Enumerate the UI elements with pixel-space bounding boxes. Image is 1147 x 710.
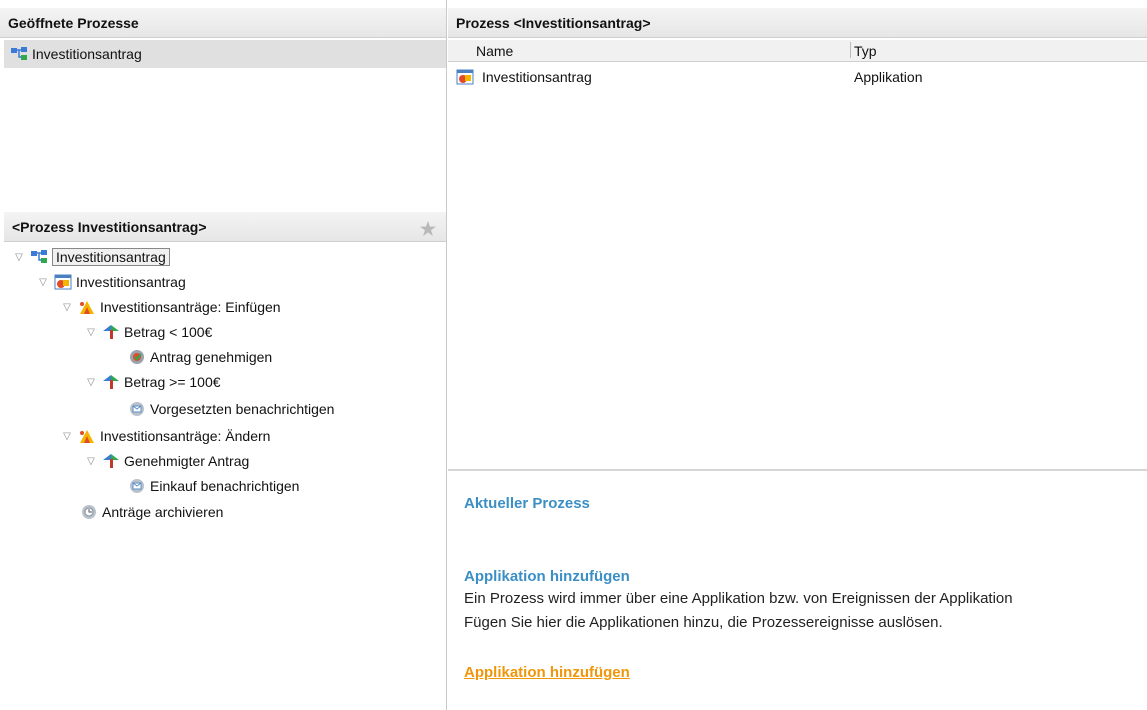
- info-line-1: Ein Prozess wird immer über eine Applika…: [464, 590, 1013, 607]
- tree-node-label: Betrag < 100€: [124, 324, 213, 340]
- current-process-title: Aktueller Prozess: [464, 495, 590, 512]
- archive-icon: [80, 504, 98, 520]
- info-line-2: Fügen Sie hier die Applikationen hinzu, …: [464, 614, 943, 631]
- tree-node-process[interactable]: ▽ Investitionsantrag: [14, 245, 170, 269]
- notify-icon: [128, 401, 146, 417]
- open-process-item[interactable]: Investitionsantrag: [4, 40, 446, 68]
- expand-triangle-icon[interactable]: ▽: [14, 252, 24, 263]
- column-divider[interactable]: [850, 42, 851, 58]
- tree-node-condition[interactable]: ▽ Genehmigter Antrag: [86, 449, 249, 473]
- tree-node-label: Antrag genehmigen: [150, 349, 273, 365]
- tree-node-label: Vorgesetzten benachrichtigen: [150, 401, 335, 417]
- add-application-link[interactable]: Applikation hinzufügen: [464, 664, 630, 681]
- event-icon: [78, 299, 96, 315]
- table-header: Name Typ: [448, 40, 1147, 62]
- tree-node-label: Genehmigter Antrag: [124, 453, 250, 469]
- tree-node-label: Einkauf benachrichtigen: [150, 478, 300, 494]
- condition-icon: [102, 324, 120, 340]
- event-icon: [78, 428, 96, 444]
- tree-node-label: Anträge archivieren: [102, 504, 224, 520]
- row-name-cell: Investitionsantrag: [482, 69, 592, 85]
- process-panel-title: Prozess <Investitionsantrag>: [456, 14, 651, 31]
- pane-divider[interactable]: [448, 469, 1147, 471]
- tree-node-condition[interactable]: ▽ Betrag >= 100€: [86, 370, 221, 394]
- column-header-name[interactable]: Name: [476, 43, 513, 59]
- process-icon: [10, 46, 28, 62]
- tree-node-condition[interactable]: ▽ Betrag < 100€: [86, 320, 212, 344]
- tree-node-label: Investitionsantrag: [52, 248, 170, 266]
- open-process-label: Investitionsantrag: [32, 46, 142, 62]
- expand-triangle-icon[interactable]: ▽: [86, 377, 96, 388]
- open-processes-title: Geöffnete Prozesse: [8, 14, 139, 31]
- expand-triangle-icon[interactable]: ▽: [38, 277, 48, 288]
- tree-node-label: Investitionsanträge: Einfügen: [100, 299, 281, 315]
- condition-icon: [102, 453, 120, 469]
- tree-panel-header: <Prozess Investitionsantrag> ★: [4, 212, 446, 242]
- tree-node-action[interactable]: Antrag genehmigen: [128, 345, 272, 369]
- tree-node-notify[interactable]: Einkauf benachrichtigen: [128, 474, 299, 498]
- open-processes-header: Geöffnete Prozesse: [0, 8, 446, 38]
- tree-panel-title: <Prozess Investitionsantrag>: [12, 218, 207, 235]
- expand-triangle-icon[interactable]: ▽: [86, 327, 96, 338]
- column-header-type[interactable]: Typ: [854, 43, 877, 59]
- tree-node-application[interactable]: ▽ Investitionsantrag: [38, 270, 186, 294]
- left-pane: Geöffnete Prozesse Investitionsantrag <P…: [0, 0, 447, 710]
- tree-node-event-change[interactable]: ▽ Investitionsanträge: Ändern: [62, 424, 270, 448]
- expand-triangle-icon[interactable]: ▽: [62, 302, 72, 313]
- notify-icon: [128, 478, 146, 494]
- process-panel-header: Prozess <Investitionsantrag>: [448, 8, 1147, 38]
- tree-node-label: Betrag >= 100€: [124, 374, 221, 390]
- expand-triangle-icon[interactable]: ▽: [62, 431, 72, 442]
- tree-node-notify[interactable]: Vorgesetzten benachrichtigen: [128, 397, 334, 421]
- condition-icon: [102, 374, 120, 390]
- row-type-cell: Applikation: [854, 69, 923, 85]
- favorite-star-icon[interactable]: ★: [420, 219, 436, 240]
- add-application-title: Applikation hinzufügen: [464, 568, 630, 585]
- application-icon: [54, 274, 72, 290]
- process-icon: [30, 249, 48, 265]
- application-icon: [456, 69, 474, 85]
- action-icon: [128, 349, 146, 365]
- right-pane: Prozess <Investitionsantrag> Name Typ In…: [448, 0, 1147, 710]
- tree-node-event-insert[interactable]: ▽ Investitionsanträge: Einfügen: [62, 295, 281, 319]
- expand-triangle-icon[interactable]: ▽: [86, 456, 96, 467]
- tree-node-archive[interactable]: Anträge archivieren: [80, 500, 223, 524]
- table-row[interactable]: Investitionsantrag Applikation: [448, 66, 1147, 88]
- tree-node-label: Investitionsantrag: [76, 274, 186, 290]
- tree-node-label: Investitionsanträge: Ändern: [100, 428, 271, 444]
